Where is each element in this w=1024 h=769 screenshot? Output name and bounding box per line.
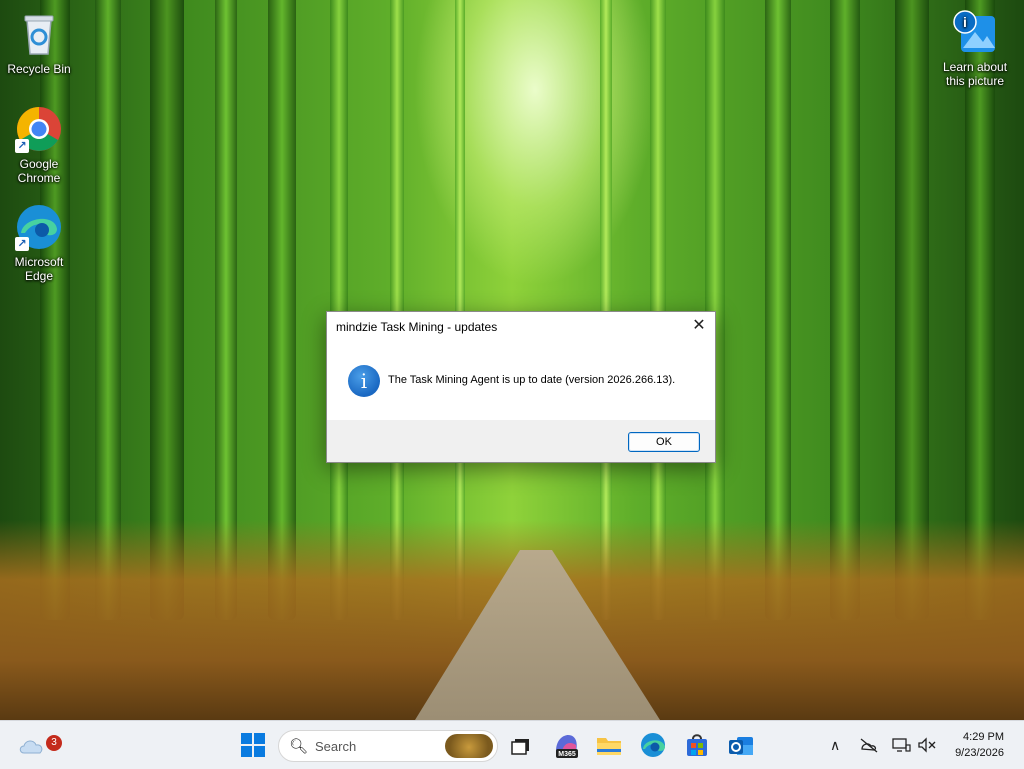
task-view-icon — [511, 739, 529, 755]
ok-button[interactable]: OK — [628, 432, 700, 452]
chrome-icon: ↗ — [15, 105, 63, 153]
outlook-button[interactable] — [725, 729, 757, 761]
learn-about-picture-icon: i — [951, 8, 999, 56]
desktop-icon-learn-about-picture[interactable]: i Learn about this picture — [937, 8, 1013, 88]
m365-label: M365 — [558, 751, 576, 758]
info-icon: i — [348, 365, 380, 397]
dialog-message: The Task Mining Agent is up to date (ver… — [388, 374, 676, 386]
task-view-button[interactable] — [505, 729, 537, 761]
dialog-footer: OK — [327, 420, 715, 462]
outlook-icon — [729, 737, 753, 755]
search-input[interactable]: 🔍︎ Search — [278, 730, 498, 762]
shortcut-arrow-icon: ↗ — [15, 237, 29, 251]
desktop-icon-label: Google Chrome — [17, 157, 61, 185]
search-placeholder: Search — [315, 739, 357, 754]
desktop-icon-label: Microsoft Edge — [14, 255, 64, 283]
edge-icon: ↗ — [15, 203, 63, 251]
clock-time: 4:29 PM — [963, 731, 1004, 743]
desktop-icon-label: Learn about this picture — [942, 60, 1008, 88]
file-explorer-button[interactable] — [593, 729, 625, 761]
edge-icon — [641, 733, 665, 757]
desktop-icon-label: Recycle Bin — [7, 62, 71, 76]
microsoft-store-button[interactable] — [681, 729, 713, 761]
desktop-icon-microsoft-edge[interactable]: ↗ Microsoft Edge — [1, 203, 77, 283]
folder-icon — [597, 738, 621, 755]
search-icon: 🔍︎ — [289, 738, 309, 755]
network-disconnected-icon[interactable] — [859, 737, 879, 756]
cloud-icon — [19, 740, 43, 754]
weather-widget[interactable]: 3 — [16, 729, 62, 761]
store-icon — [687, 734, 707, 756]
update-dialog: mindzie Task Mining - updates ✕ i The Ta… — [326, 311, 716, 463]
close-icon: ✕ — [692, 317, 706, 334]
desktop-icon-google-chrome[interactable]: ↗ Google Chrome — [1, 105, 77, 185]
search-highlight-image — [445, 734, 493, 758]
close-button[interactable]: ✕ — [683, 312, 715, 340]
show-hidden-icons-chevron-up-icon[interactable]: ∧ — [830, 737, 840, 754]
notification-badge: 3 — [46, 735, 62, 751]
clock-date: 9/23/2026 — [955, 747, 1004, 759]
clock[interactable]: 4:29 PM 9/23/2026 — [955, 729, 1004, 761]
svg-text:i: i — [963, 14, 967, 30]
monitor-network-icon[interactable] — [891, 737, 911, 756]
recycle-bin-icon — [15, 10, 63, 58]
dialog-title: mindzie Task Mining - updates — [336, 320, 498, 334]
volume-muted-icon[interactable] — [917, 737, 937, 756]
taskbar: 3 🔍︎ Search M365 ∧ 4:29 PM 9/23/2026 — [0, 720, 1024, 769]
start-button[interactable] — [237, 729, 269, 761]
desktop-icon-recycle-bin[interactable]: Recycle Bin — [1, 10, 77, 76]
microsoft-365-copilot-button[interactable]: M365 — [550, 729, 582, 761]
microsoft-edge-taskbar-button[interactable] — [637, 729, 669, 761]
shortcut-arrow-icon: ↗ — [15, 139, 29, 153]
windows-logo-icon — [241, 733, 265, 757]
m365-copilot-icon: M365 — [556, 735, 578, 758]
